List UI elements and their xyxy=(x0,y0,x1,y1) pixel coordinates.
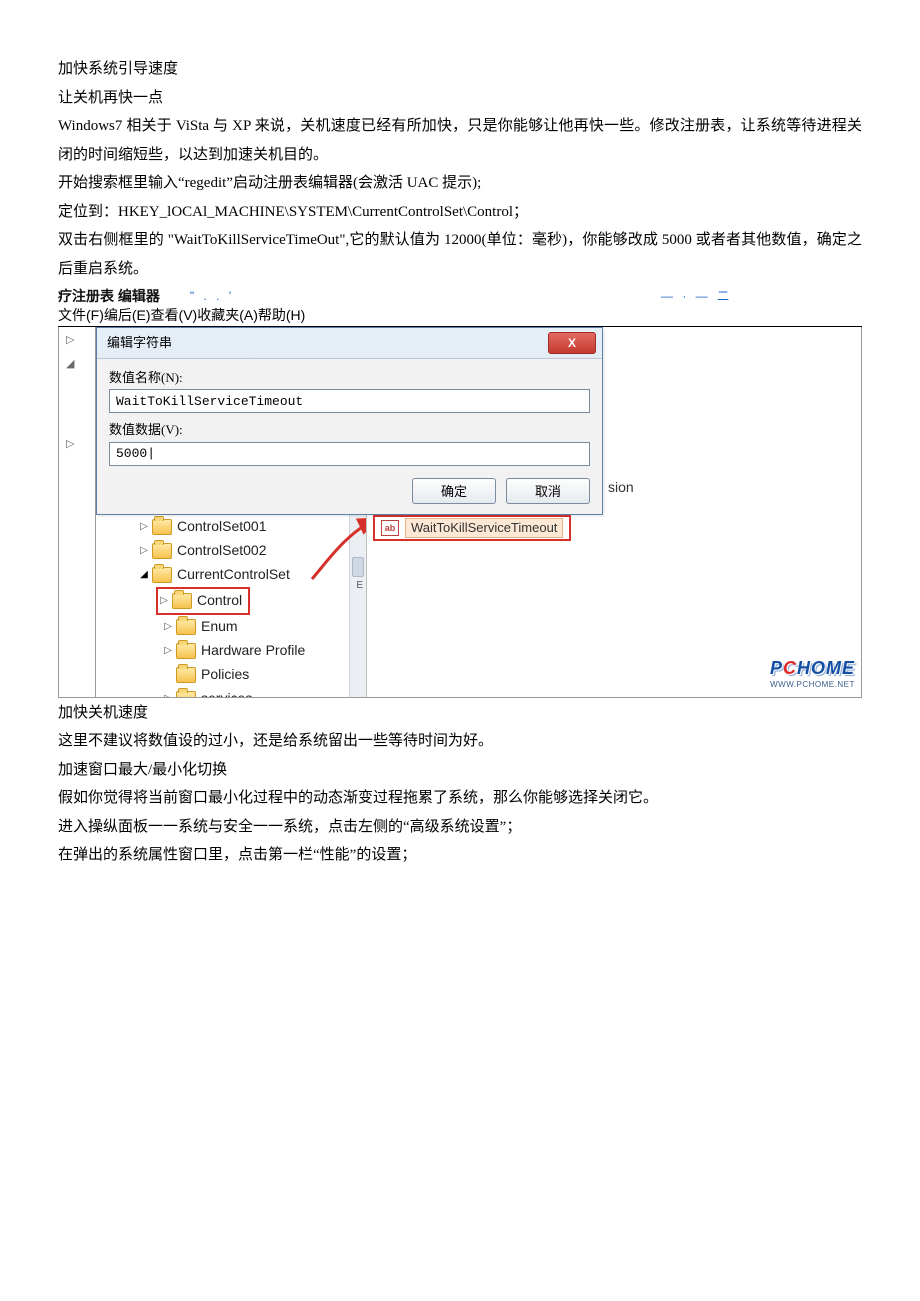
title-decoration: " . . ' xyxy=(190,288,234,304)
para-step2: 定位到：HKEY_lOCAl_MACHINE\SYSTEM\CurrentCon… xyxy=(58,198,862,227)
para-step1: 开始搜索框里输入“regedit”启动注册表编辑器(会激活 UAC 提示); xyxy=(58,169,862,198)
after-para-1: 这里不建议将数值设的过小，还是给系统留出一些等待时间为好。 xyxy=(58,727,862,756)
folder-icon xyxy=(152,519,172,535)
scroll-thumb[interactable] xyxy=(352,557,364,577)
watermark-rest: HOME xyxy=(797,658,855,678)
watermark-p: P xyxy=(770,658,783,678)
heading-1: 加快系统引导速度 xyxy=(58,55,862,84)
tree-node-enum[interactable]: Enum xyxy=(201,617,238,636)
edit-string-dialog: 编辑字符串 X 数值名称(N): 数值数据(V): 确定 取消 xyxy=(96,327,603,515)
collapsed-tree-strip: ▷ ◢ ▷ xyxy=(58,327,96,698)
folder-icon xyxy=(176,643,196,659)
scroll-mark: E xyxy=(356,579,363,593)
expand-icon[interactable]: ▷ xyxy=(138,544,150,558)
after-para-3: 进入操纵面板一一系统与安全一一系统，点击左侧的“高级系统设置”； xyxy=(58,813,862,842)
folder-icon xyxy=(152,567,172,583)
value-name-input[interactable] xyxy=(109,389,590,413)
tree-node-services[interactable]: services xyxy=(201,689,252,696)
expand-icon[interactable]: ▷ xyxy=(162,644,174,658)
watermark: PCHOME WWW.PCHOME.NET xyxy=(770,656,855,691)
tree-node-policies[interactable]: Policies xyxy=(201,665,249,684)
regedit-title: 疗注册表 编辑器 xyxy=(58,287,160,306)
dialog-title: 编辑字符串 xyxy=(107,334,172,352)
expand-icon[interactable]: ▷ xyxy=(162,620,174,634)
expand-icon[interactable]: ▷ xyxy=(158,594,170,608)
menu-bar[interactable]: 文件(F)编后(E)查看(V)收藏夹(A)帮助(H) xyxy=(58,306,862,327)
close-icon: X xyxy=(568,335,576,351)
close-button[interactable]: X xyxy=(548,332,596,354)
folder-icon xyxy=(172,593,192,609)
folder-icon xyxy=(176,619,196,635)
heading-2: 让关机再快一点 xyxy=(58,84,862,113)
expand-icon[interactable]: ▷ xyxy=(162,692,174,697)
list-item-highlighted[interactable]: ab WaitToKillServiceTimeout xyxy=(373,515,571,541)
para-step3: 双击右侧框里的 "WaitToKillServiceTimeOut",它的默认值… xyxy=(58,226,862,283)
ok-button[interactable]: 确定 xyxy=(412,478,496,504)
tree-node-hwprof[interactable]: Hardware Profile xyxy=(201,641,305,660)
para-intro: Windows7 相关于 ViSta 与 XP 来说，关机速度已经有所加快，只是… xyxy=(58,112,862,169)
tree-scrollbar[interactable]: E xyxy=(349,487,366,697)
tree-node-cs002[interactable]: ControlSet002 xyxy=(177,541,267,560)
string-value-icon: ab xyxy=(381,520,399,536)
watermark-c: C xyxy=(783,658,797,678)
tree-node-cs001[interactable]: ControlSet001 xyxy=(177,517,267,536)
value-data-label: 数值数据(V): xyxy=(109,421,590,439)
registry-tree[interactable]: ◢ SYSTEM ▷ ControlSet001 ▷ Contro xyxy=(96,487,367,697)
folder-icon xyxy=(176,667,196,683)
folder-icon xyxy=(176,691,196,697)
registry-content: sion 编辑字符串 X 数值名称(N): 数值数据(V): xyxy=(96,327,862,698)
after-heading-1: 加快关机速度 xyxy=(58,699,862,728)
truncated-text-sion: sion xyxy=(608,478,634,497)
watermark-url: WWW.PCHOME.NET xyxy=(770,680,855,691)
expand-icon[interactable]: ▷ xyxy=(138,520,150,534)
registry-editor-window: 疗注册表 编辑器 " . . ' — · — 二 文件(F)编后(E)查看(V)… xyxy=(58,287,862,697)
value-name-label: 数值名称(N): xyxy=(109,369,590,387)
tree-node-control[interactable]: Control xyxy=(197,591,242,610)
cancel-button[interactable]: 取消 xyxy=(506,478,590,504)
value-name-waittokill: WaitToKillServiceTimeout xyxy=(405,518,563,538)
expand-icon[interactable]: ◢ xyxy=(138,568,150,582)
after-heading-2: 加速窗口最大/最小化切换 xyxy=(58,756,862,785)
tree-node-ccs[interactable]: CurrentControlSet xyxy=(177,565,290,584)
after-para-4: 在弹出的系统属性窗口里，点击第一栏“性能”的设置； xyxy=(58,841,862,870)
after-para-2: 假如你觉得将当前窗口最小化过程中的动态渐变过程拖累了系统，那么你能够选择关闭它。 xyxy=(58,784,862,813)
title-decoration-right: — · — 二 xyxy=(661,288,862,304)
registry-values-list[interactable]: ab SystemStartOptions ab WaitToKillServi… xyxy=(367,487,861,697)
folder-icon xyxy=(152,543,172,559)
value-data-input[interactable] xyxy=(109,442,590,466)
